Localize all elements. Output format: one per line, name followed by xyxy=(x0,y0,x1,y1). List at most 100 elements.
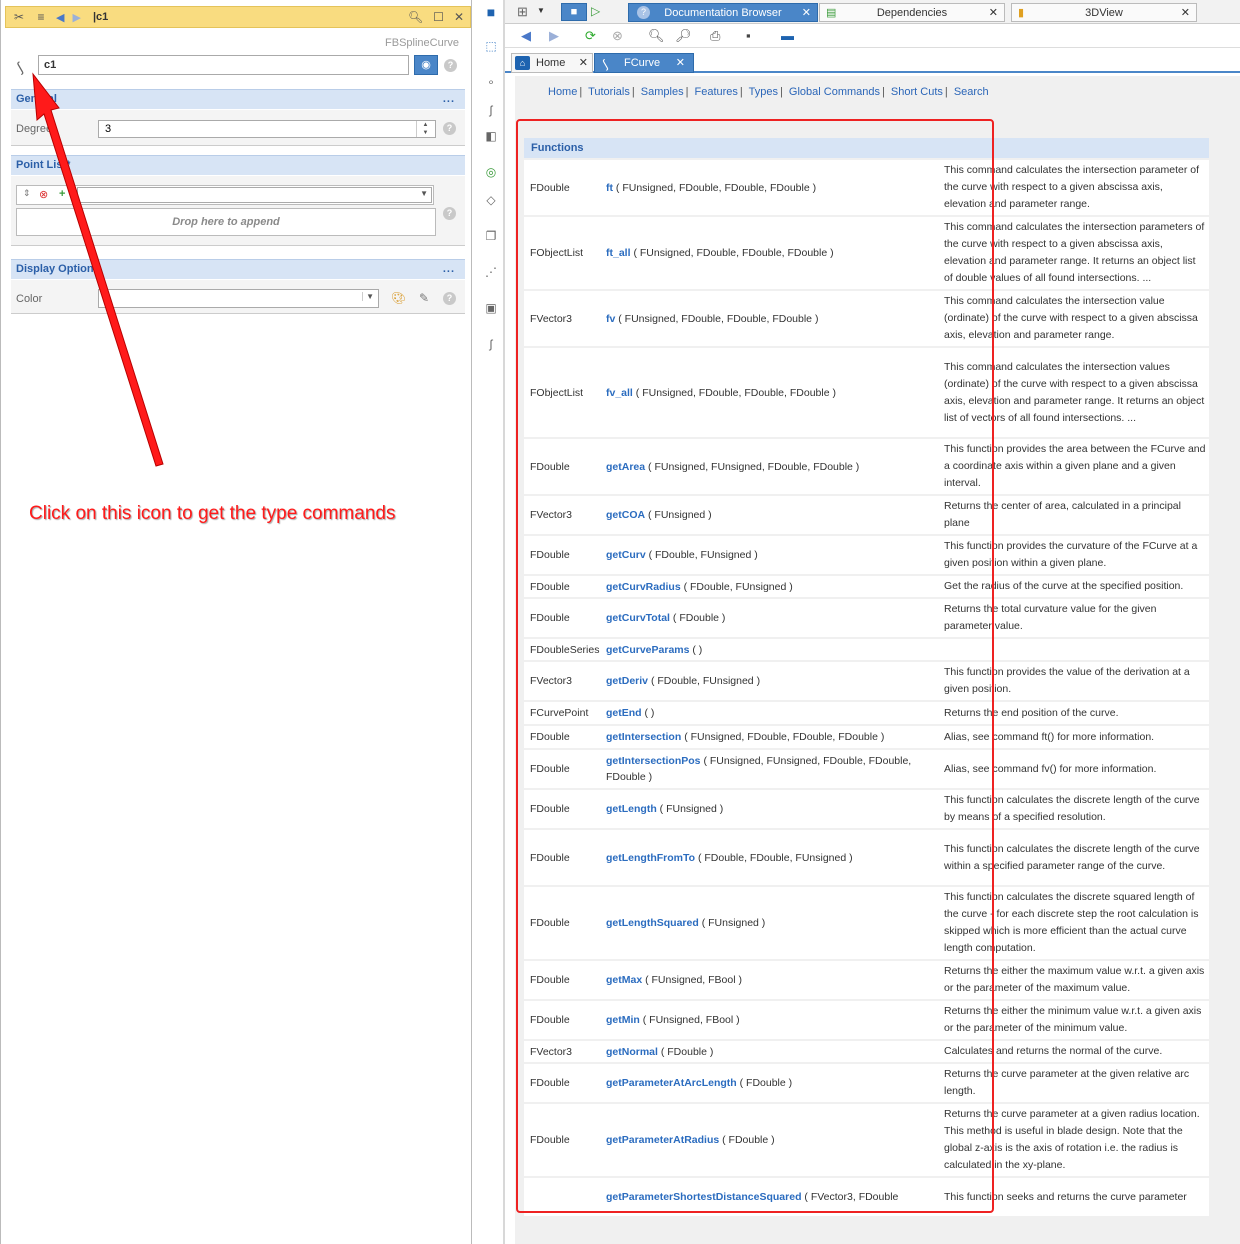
section-display-options-header[interactable]: Display Options ... xyxy=(11,259,465,279)
layout-icon[interactable]: ⊞ xyxy=(517,4,528,20)
tab-3dview[interactable]: ▮ 3DView ✕ xyxy=(1011,3,1197,22)
link-samples[interactable]: Samples xyxy=(641,86,684,98)
visibility-eye-button[interactable]: ◉ xyxy=(414,55,438,75)
link-home[interactable]: Home xyxy=(548,86,577,98)
function-name-link[interactable]: getCurvTotal xyxy=(606,612,670,624)
function-name-link[interactable]: fv xyxy=(606,313,615,325)
function-name-link[interactable]: getNormal xyxy=(606,1046,658,1058)
curve-type-icon[interactable]: ʃ xyxy=(14,59,25,74)
chevron-down-icon[interactable]: ▼ xyxy=(362,292,374,301)
table-row: FObjectList ft_all ( FUnsigned, FDouble, … xyxy=(524,217,1209,291)
zoom-in-icon[interactable]: 🔎︎ xyxy=(675,28,692,44)
tab-documentation-browser[interactable]: ? Documentation Browser ✕ xyxy=(628,3,818,22)
back-arrow-icon[interactable]: ◀ xyxy=(56,11,64,24)
surface-icon[interactable]: ◧ xyxy=(483,128,499,144)
copy-icon[interactable]: ❐ xyxy=(483,228,499,244)
forward-icon[interactable]: ▶ xyxy=(549,28,559,44)
link-types[interactable]: Types xyxy=(749,86,778,98)
degree-spinner[interactable]: ▲ ▼ xyxy=(416,121,434,137)
edit-icon[interactable]: ✎ xyxy=(419,291,429,305)
dotted-line-icon[interactable]: ⋰ xyxy=(483,264,499,280)
close-icon[interactable]: ✕ xyxy=(454,10,464,24)
save-icon[interactable]: ▪ xyxy=(746,28,751,43)
function-description: This command calculates the intersection… xyxy=(944,164,1200,210)
function-name-link[interactable]: getMax xyxy=(606,974,642,986)
function-name-link[interactable]: getParameterAtRadius xyxy=(606,1134,719,1146)
function-name-link[interactable]: getArea xyxy=(606,461,645,473)
function-name-link[interactable]: getIntersection xyxy=(606,731,681,743)
function-name-link[interactable]: getParameterShortestDistanceSquared xyxy=(606,1191,802,1203)
point-select[interactable]: ▼ xyxy=(77,187,432,203)
palette-icon[interactable]: 🎨︎ xyxy=(391,291,406,305)
function-name-link[interactable]: getMin xyxy=(606,1014,640,1026)
close-icon[interactable]: ✕ xyxy=(989,4,998,22)
forward-arrow-icon[interactable]: ▶ xyxy=(72,11,80,24)
doc-tab-home[interactable]: ⌂ Home ✕ xyxy=(511,53,593,73)
drop-area[interactable]: Drop here to append xyxy=(16,208,436,236)
reorder-icon[interactable]: ⇕ xyxy=(23,188,31,199)
shape-icon[interactable]: ◇ xyxy=(483,192,499,208)
back-icon[interactable]: ◀ xyxy=(521,28,531,44)
doc-tab-fcurve[interactable]: ʃ FCurve ✕ xyxy=(594,53,694,73)
home-icon[interactable]: ▬ xyxy=(781,28,794,43)
function-name-link[interactable]: getCurveParams xyxy=(606,644,689,656)
spin-up-icon[interactable]: ▲ xyxy=(417,121,434,129)
help-icon[interactable]: ? xyxy=(443,292,456,305)
function-name-link[interactable]: getLengthSquared xyxy=(606,917,699,929)
function-name-link[interactable]: getLength xyxy=(606,803,657,815)
help-icon[interactable]: ? xyxy=(444,59,457,72)
function-name-link[interactable]: ft xyxy=(606,182,613,194)
chevron-down-icon[interactable]: ▼ xyxy=(537,6,545,15)
section-point-list-header[interactable]: Point List* xyxy=(11,155,465,175)
curve-icon[interactable]: ʃ xyxy=(483,102,499,118)
solid-icon[interactable]: ▣ xyxy=(483,300,499,316)
folder-icon[interactable]: ■ xyxy=(561,3,587,21)
stop-icon[interactable]: ⊗ xyxy=(612,28,623,44)
close-icon[interactable]: ✕ xyxy=(802,4,811,22)
print-icon[interactable]: ⎙ xyxy=(710,28,720,44)
refresh-icon[interactable]: ⟳ xyxy=(585,28,596,44)
folder-icon[interactable]: ■ xyxy=(483,4,499,20)
section-general-header[interactable]: General ... xyxy=(11,89,465,109)
select-icon[interactable]: ⬚ xyxy=(483,38,499,54)
section-more-icon[interactable]: ... xyxy=(443,260,455,279)
link-search[interactable]: Search xyxy=(954,86,989,98)
function-name-link[interactable]: getIntersectionPos xyxy=(606,755,701,767)
link-features[interactable]: Features xyxy=(694,86,737,98)
link-short-cuts[interactable]: Short Cuts xyxy=(891,86,943,98)
close-icon[interactable]: ✕ xyxy=(676,54,685,73)
add-icon[interactable]: + xyxy=(59,188,65,200)
degree-input[interactable] xyxy=(98,120,436,138)
function-name-link[interactable]: ft_all xyxy=(606,247,631,259)
point-icon[interactable]: ∘ xyxy=(483,74,499,90)
function-name-link[interactable]: getCOA xyxy=(606,509,645,521)
link-tutorials[interactable]: Tutorials xyxy=(588,86,630,98)
pin-icon[interactable]: ✂ xyxy=(12,10,26,24)
spin-down-icon[interactable]: ▼ xyxy=(417,129,434,137)
function-name-link[interactable]: getCurvRadius xyxy=(606,581,681,593)
spline-icon[interactable]: ʃ xyxy=(483,336,499,352)
chevron-down-icon[interactable]: ▼ xyxy=(420,189,428,198)
help-icon[interactable]: ? xyxy=(443,122,456,135)
function-name-link[interactable]: getEnd xyxy=(606,707,642,719)
close-icon[interactable]: ✕ xyxy=(579,54,588,73)
search-icon[interactable]: 🔍︎ xyxy=(408,10,423,24)
color-select[interactable]: ▼ xyxy=(98,289,379,308)
function-name-link[interactable]: getParameterAtArcLength xyxy=(606,1077,737,1089)
menu-icon[interactable]: ≡ xyxy=(34,10,48,24)
tab-dependencies[interactable]: ▤ Dependencies ✕ xyxy=(819,3,1005,22)
function-name-link[interactable]: getLengthFromTo xyxy=(606,852,695,864)
function-name-link[interactable]: fv_all xyxy=(606,387,633,399)
remove-icon[interactable]: ⊗ xyxy=(39,188,48,201)
circle-icon[interactable]: ◎ xyxy=(483,164,499,180)
help-icon[interactable]: ? xyxy=(443,207,456,220)
zoom-out-icon[interactable]: 🔍︎ xyxy=(648,28,665,44)
section-more-icon[interactable]: ... xyxy=(443,90,455,109)
object-name-input[interactable] xyxy=(38,55,409,75)
function-name-link[interactable]: getDeriv xyxy=(606,675,648,687)
function-name-link[interactable]: getCurv xyxy=(606,549,646,561)
close-icon[interactable]: ✕ xyxy=(1181,4,1190,22)
link-global-commands[interactable]: Global Commands xyxy=(789,86,880,98)
play-icon[interactable]: ▷ xyxy=(591,4,600,18)
window-icon[interactable]: ☐ xyxy=(433,10,444,24)
